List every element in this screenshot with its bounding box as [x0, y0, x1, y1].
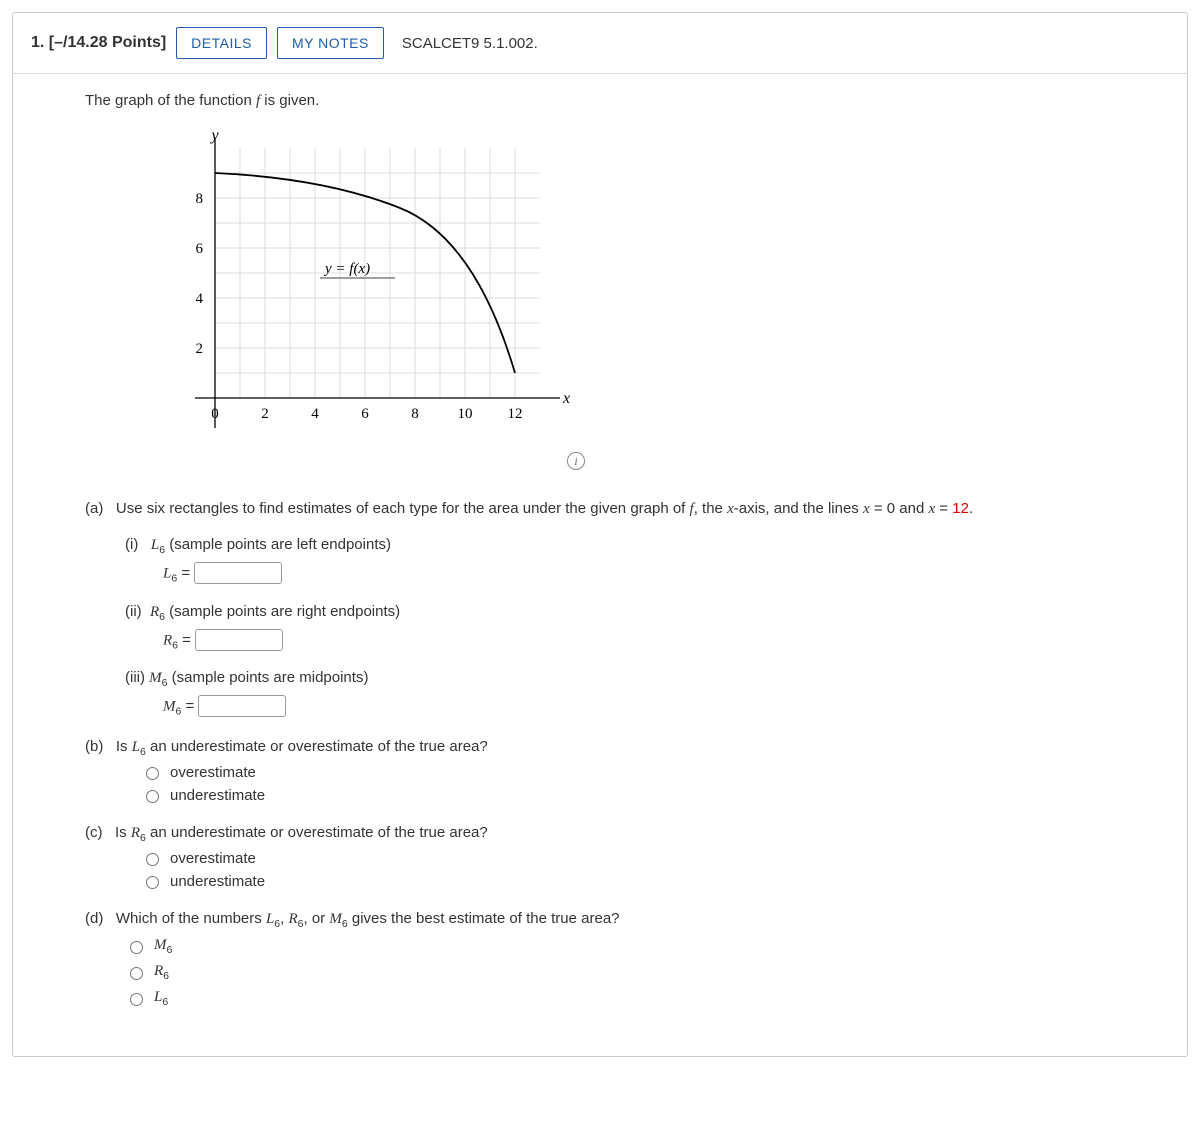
prompt: The graph of the function f is given.	[85, 92, 1159, 110]
svg-text:4: 4	[311, 406, 319, 422]
subpart-ii: (ii) R6 (sample points are right endpoin…	[125, 603, 1159, 652]
part-a-label: (a)	[85, 500, 103, 517]
graph: 2 4 6 8 0 2 4 6 8 10 12 y x y = f(x) i	[165, 128, 1159, 470]
l6-input[interactable]	[194, 562, 282, 584]
d-r6-label: R6	[154, 962, 169, 982]
details-button[interactable]: DETAILS	[176, 27, 267, 59]
part-b: (b) Is L6 an underestimate or overestima…	[85, 738, 1159, 804]
subpart-i: (i) L6 (sample points are left endpoints…	[125, 536, 1159, 585]
question-number: 1. [–/14.28 Points]	[31, 34, 166, 52]
c-under-label: underestimate	[170, 873, 265, 890]
question-header: 1. [–/14.28 Points] DETAILS MY NOTES SCA…	[13, 13, 1187, 74]
svg-text:8: 8	[411, 406, 419, 422]
question-container: 1. [–/14.28 Points] DETAILS MY NOTES SCA…	[12, 12, 1188, 1057]
svg-text:2: 2	[196, 341, 204, 357]
info-icon[interactable]: i	[567, 452, 585, 470]
svg-text:y: y	[209, 128, 219, 144]
svg-text:10: 10	[458, 406, 473, 422]
part-c: (c) Is R6 an underestimate or overestima…	[85, 824, 1159, 890]
svg-text:12: 12	[508, 406, 523, 422]
svg-text:2: 2	[261, 406, 269, 422]
b-under-radio[interactable]	[146, 790, 159, 803]
d-l6-radio[interactable]	[130, 993, 143, 1006]
part-a: (a) Use six rectangles to find estimates…	[85, 500, 1159, 718]
svg-text:6: 6	[196, 241, 204, 257]
d-l6-label: L6	[154, 988, 168, 1008]
svg-text:4: 4	[196, 291, 204, 307]
r6-input[interactable]	[195, 629, 283, 651]
c-over-radio[interactable]	[146, 853, 159, 866]
m6-input[interactable]	[198, 695, 286, 717]
b-over-radio[interactable]	[146, 767, 159, 780]
c-over-label: overestimate	[170, 850, 256, 867]
source-label: SCALCET9 5.1.002.	[402, 35, 538, 52]
svg-text:0: 0	[211, 406, 219, 422]
d-r6-radio[interactable]	[130, 967, 143, 980]
b-under-label: underestimate	[170, 787, 265, 804]
question-body: The graph of the function f is given.	[13, 74, 1187, 1056]
b-over-label: overestimate	[170, 764, 256, 781]
my-notes-button[interactable]: MY NOTES	[277, 27, 384, 59]
part-d: (d) Which of the numbers L6, R6, or M6 g…	[85, 910, 1159, 1008]
subpart-iii: (iii) M6 (sample points are midpoints) M…	[125, 669, 1159, 718]
svg-text:y = f(x): y = f(x)	[323, 261, 370, 277]
d-m6-label: M6	[154, 936, 172, 956]
graph-svg: 2 4 6 8 0 2 4 6 8 10 12 y x y = f(x)	[165, 128, 585, 448]
svg-text:x: x	[562, 390, 570, 407]
c-under-radio[interactable]	[146, 876, 159, 889]
svg-text:8: 8	[196, 191, 204, 207]
d-m6-radio[interactable]	[130, 941, 143, 954]
svg-text:6: 6	[361, 406, 369, 422]
part-a-text: Use six rectangles to find estimates of …	[116, 500, 973, 517]
